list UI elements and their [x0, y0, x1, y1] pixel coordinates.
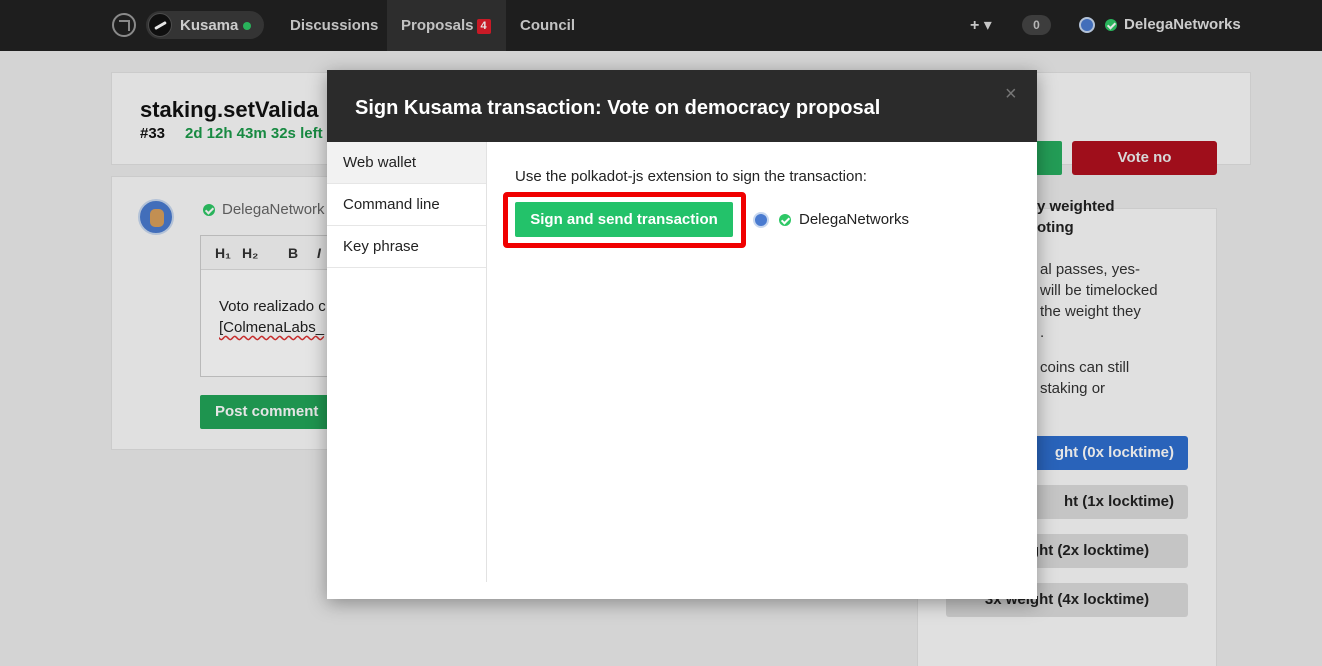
- signing-method-tabs: Web wallet Command line Key phrase: [327, 142, 487, 582]
- modal-header: Sign Kusama transaction: Vote on democra…: [327, 70, 1037, 142]
- account-avatar: [753, 212, 769, 228]
- modal-title: Sign Kusama transaction: Vote on democra…: [355, 97, 881, 119]
- sign-instruction: Use the polkadot-js extension to sign th…: [515, 168, 867, 185]
- verified-check-icon: [779, 214, 791, 226]
- tab-key-phrase[interactable]: Key phrase: [327, 226, 486, 268]
- tab-command-line[interactable]: Command line: [327, 184, 486, 226]
- sign-and-send-button[interactable]: Sign and send transaction: [515, 202, 733, 237]
- tab-web-wallet[interactable]: Web wallet: [327, 142, 486, 184]
- sign-transaction-modal: Sign Kusama transaction: Vote on democra…: [327, 70, 1037, 599]
- signing-account-name: DelegaNetworks: [799, 211, 910, 228]
- close-icon[interactable]: ×: [1005, 83, 1017, 106]
